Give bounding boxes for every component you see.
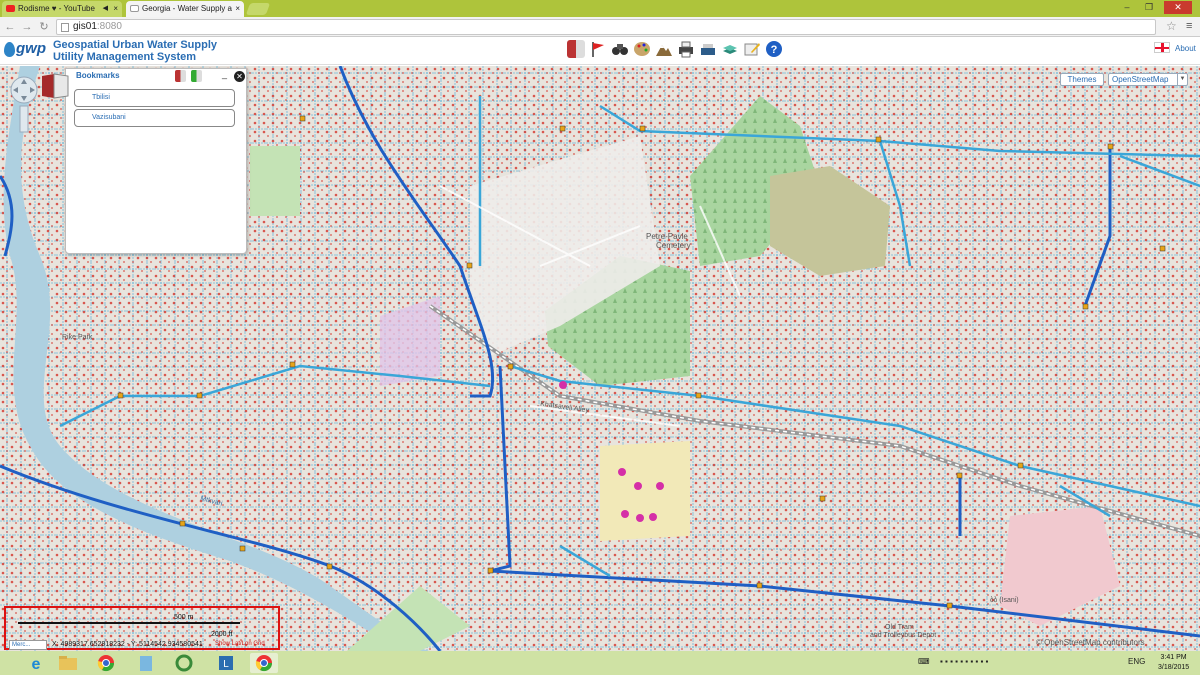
street-label-isani: ბბ (Isani) <box>990 597 1019 604</box>
bookmarks-title: Bookmarks <box>76 71 120 80</box>
svg-text:L: L <box>223 659 229 670</box>
keyboard-icon[interactable]: ⌨ <box>918 657 930 666</box>
forward-button[interactable]: → <box>20 20 34 34</box>
map-attribution[interactable]: © OpenStreetMap contributors <box>1036 638 1145 647</box>
latlon-grid-toggle[interactable]: Show Lat/Lon Grid <box>215 641 265 647</box>
printer-icon[interactable] <box>677 40 695 58</box>
minimize-button[interactable]: – <box>1118 1 1136 14</box>
chrome-icon[interactable] <box>250 653 278 673</box>
binoculars-icon[interactable] <box>611 40 629 58</box>
terrain-icon[interactable] <box>655 40 673 58</box>
add-bookmark-icon[interactable] <box>191 70 202 82</box>
maximize-button[interactable]: ❐ <box>1140 1 1158 14</box>
coordinate-readout: X: 4989317.652818232 - Y: 5114542.934580… <box>52 641 203 648</box>
scale-bar <box>18 622 240 624</box>
url-port: :8080 <box>96 21 122 32</box>
lync-icon[interactable]: L <box>212 653 240 673</box>
layers-stack-icon[interactable] <box>721 40 739 58</box>
url-host: gis01 <box>73 21 97 32</box>
tab-close-button[interactable]: × <box>113 1 118 16</box>
clock-time: 3:41 PM <box>1160 654 1187 661</box>
tab-label: Rodisme ♥ - YouTube <box>18 4 95 13</box>
panel-minimize-button[interactable]: _ <box>222 69 227 79</box>
place-label-petre-pavle: Petre-Pavle <box>646 232 688 241</box>
basemap-select[interactable]: OpenStreetMap ▼ <box>1108 73 1188 86</box>
scale-metric-label: 500 m <box>174 614 194 621</box>
windows-taskbar: e L ⌨ ▪ ▪ ▪ ▪ ▪ ▪ ▪ ▪ ▪ ▪ ENG 3:41 PM 3/… <box>0 651 1200 675</box>
clock-date: 3/18/2015 <box>1158 664 1190 671</box>
app-title-line1: Geospatial Urban Water Supply <box>53 39 218 51</box>
page-icon <box>130 5 139 12</box>
help-icon[interactable]: ? <box>765 40 783 58</box>
bookmark-item[interactable]: Tbilisi <box>74 89 235 107</box>
scale-coordinates-box: 500 m 2000 ft Merc... X: 4989317.6528182… <box>4 606 280 650</box>
browser-menu-icon[interactable]: ≡ <box>1186 20 1192 32</box>
url-input[interactable]: gis01:8080 <box>56 19 1156 35</box>
gwp-logo: gwp <box>4 40 52 62</box>
svg-text:e: e <box>32 656 41 673</box>
tab-label: Georgia - Water Supply a <box>142 4 232 13</box>
scale-imperial-label: 2000 ft <box>211 631 233 638</box>
window-close-button[interactable]: ✕ <box>1164 1 1192 14</box>
language-indicator[interactable]: ENG <box>1128 657 1145 666</box>
internet-explorer-icon[interactable]: e <box>22 653 50 673</box>
basemap-value: OpenStreetMap <box>1112 75 1169 84</box>
georgia-flag-icon[interactable] <box>1154 42 1170 53</box>
bookmark-book-icon[interactable] <box>175 70 186 82</box>
file-explorer-icon[interactable] <box>54 653 82 673</box>
place-label-old-tram: Old Tram <box>885 624 914 631</box>
bookmark-star-icon[interactable]: ☆ <box>1166 19 1177 33</box>
app-title: Geospatial Urban Water Supply Utility Ma… <box>53 39 217 63</box>
notepad-icon[interactable] <box>132 653 160 673</box>
themes-button[interactable]: Themes <box>1060 73 1104 86</box>
projection-select[interactable]: Merc... <box>9 640 47 650</box>
new-tab-button[interactable] <box>245 3 271 15</box>
bookmark-item[interactable]: Vazisubani <box>74 109 235 127</box>
tab-youtube[interactable]: Rodisme ♥ - YouTube ◀ × <box>2 1 122 17</box>
tab-close-button[interactable]: × <box>235 1 240 16</box>
palette-icon[interactable] <box>633 40 651 58</box>
youtube-icon <box>6 5 15 12</box>
bookmarks-panel: Bookmarks _ ✕ Tbilisi Vazisubani <box>65 68 247 254</box>
qgis-icon[interactable] <box>170 653 198 673</box>
app-title-line2: Utility Management System <box>53 51 197 63</box>
bookmark-book-icon[interactable] <box>567 40 585 58</box>
panel-close-button[interactable]: ✕ <box>234 71 245 82</box>
browser-tab-strip: Rodisme ♥ - YouTube ◀ × Georgia - Water … <box>0 0 1200 17</box>
address-bar: ← → ↻ gis01:8080 ☆ ≡ <box>0 17 1200 37</box>
bookmark-book-icon <box>40 72 70 100</box>
place-label-cemetery: Cemetery <box>656 241 691 250</box>
edit-pencil-icon[interactable] <box>743 40 761 58</box>
red-flag-icon[interactable] <box>589 40 607 58</box>
place-label-rike-park: Rike Park <box>62 334 93 341</box>
back-button[interactable]: ← <box>3 20 17 34</box>
tab-georgia-water[interactable]: Georgia - Water Supply a × <box>126 1 244 17</box>
reload-button[interactable]: ↻ <box>37 20 51 34</box>
chevron-down-icon: ▼ <box>1177 74 1187 85</box>
about-link[interactable]: About <box>1175 44 1196 53</box>
place-label-trolleybus-depot: and Trolleybus Depot <box>870 632 937 639</box>
logo-text: gwp <box>16 40 46 57</box>
tray-icons[interactable]: ▪ ▪ ▪ ▪ ▪ ▪ ▪ ▪ ▪ ▪ <box>940 657 988 666</box>
fax-printer-icon[interactable] <box>699 40 717 58</box>
system-clock[interactable]: 3:41 PM 3/18/2015 <box>1158 653 1189 673</box>
svg-text:?: ? <box>771 44 778 56</box>
water-drop-icon <box>4 42 15 57</box>
chrome-icon[interactable] <box>92 653 120 673</box>
page-icon <box>61 23 69 32</box>
app-header: gwp Geospatial Urban Water Supply Utilit… <box>0 38 1200 65</box>
speaker-icon[interactable]: ◀ <box>103 1 108 16</box>
